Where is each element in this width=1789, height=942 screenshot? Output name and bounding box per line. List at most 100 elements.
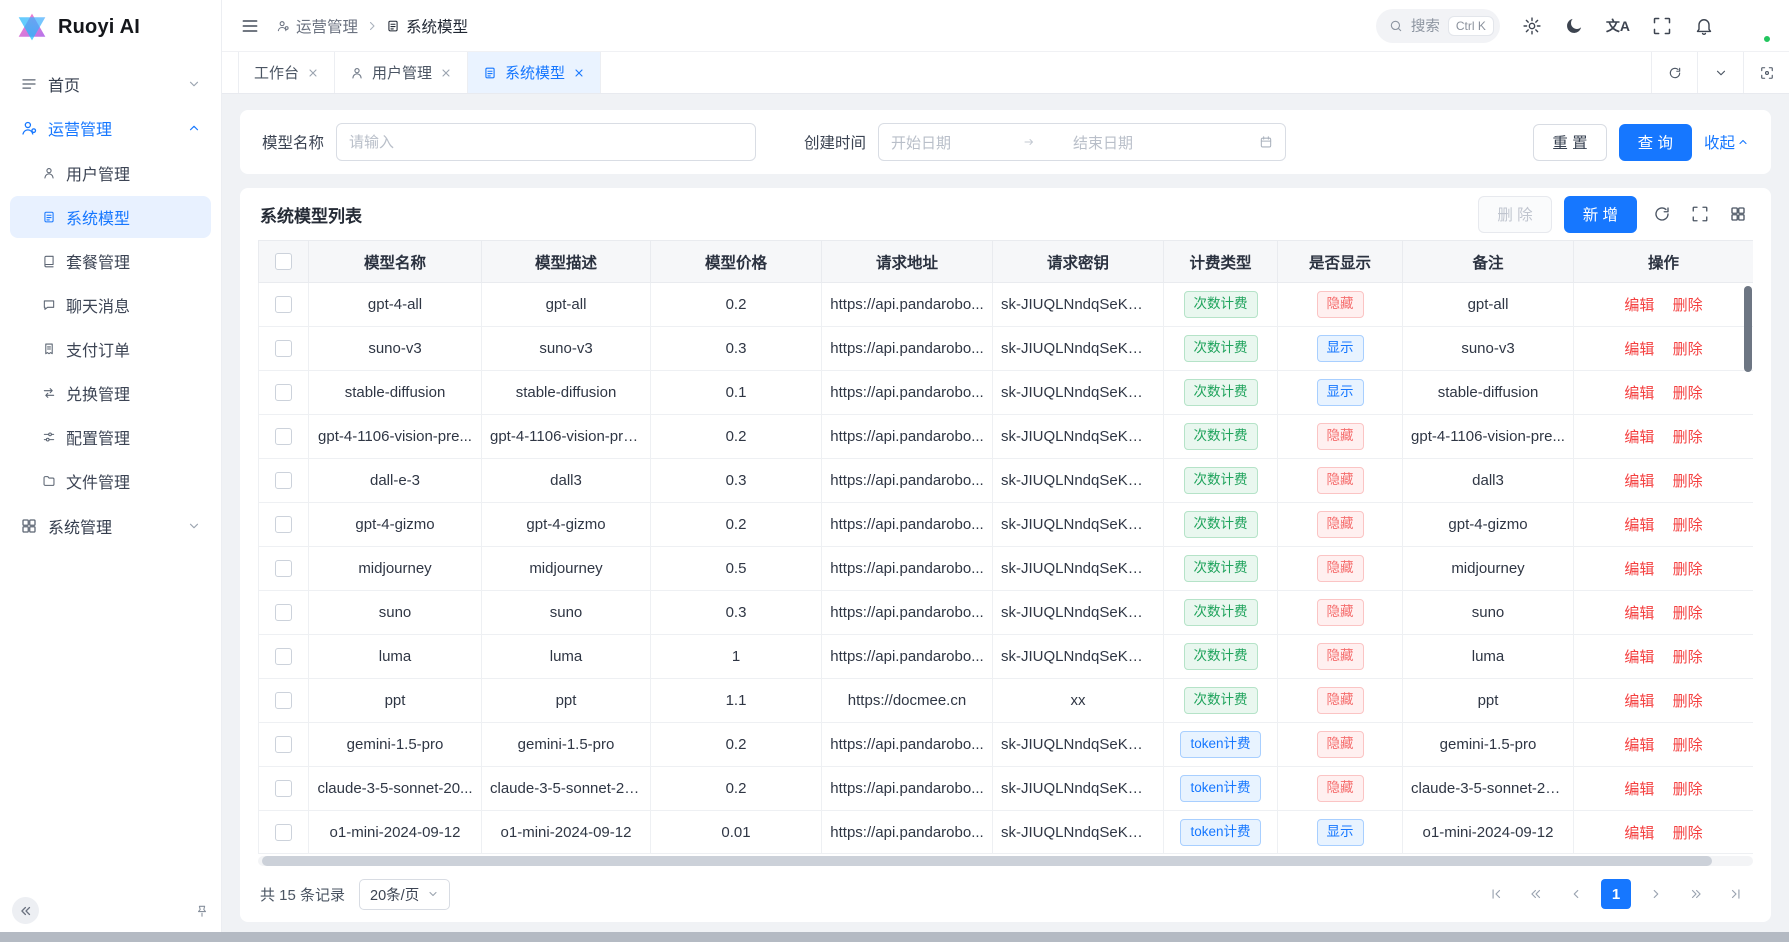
tab-user-management[interactable]: 用户管理	[335, 52, 468, 93]
cell-operations: 编辑 删除	[1574, 591, 1754, 635]
row-checkbox[interactable]	[275, 560, 292, 577]
content-fullscreen-icon[interactable]	[1743, 52, 1789, 93]
sidebar-item-file-management[interactable]: 文件管理	[10, 460, 211, 502]
settings-gear-icon[interactable]	[1522, 16, 1542, 36]
row-checkbox[interactable]	[275, 296, 292, 313]
delete-link[interactable]: 删除	[1673, 649, 1703, 666]
tab-tools	[1651, 52, 1789, 93]
sidebar-item-user-management[interactable]: 用户管理	[10, 152, 211, 194]
edit-link[interactable]: 编辑	[1624, 341, 1654, 358]
prev-10-pages-button[interactable]	[1521, 879, 1551, 909]
fullscreen-icon[interactable]	[1652, 16, 1672, 36]
delete-link[interactable]: 删除	[1673, 737, 1703, 754]
edit-link[interactable]: 编辑	[1624, 693, 1654, 710]
refresh-icon[interactable]	[1649, 201, 1675, 227]
breadcrumb-item-operations[interactable]: 运营管理	[276, 15, 358, 37]
reset-button[interactable]: 重 置	[1533, 124, 1606, 161]
row-checkbox[interactable]	[275, 428, 292, 445]
global-search[interactable]: 搜索 Ctrl K	[1376, 9, 1500, 43]
tab-list-chevron-icon[interactable]	[1697, 52, 1743, 93]
dark-mode-moon-icon[interactable]	[1564, 16, 1584, 36]
collapse-filter-link[interactable]: 收起	[1704, 131, 1749, 153]
table-fullscreen-icon[interactable]	[1687, 201, 1713, 227]
billing-type-badge: 次数计费	[1184, 291, 1258, 318]
edit-link[interactable]: 编辑	[1624, 649, 1654, 666]
select-all-checkbox[interactable]	[275, 253, 292, 270]
edit-link[interactable]: 编辑	[1624, 385, 1654, 402]
close-icon[interactable]	[440, 67, 452, 79]
delete-link[interactable]: 删除	[1673, 561, 1703, 578]
row-checkbox[interactable]	[275, 736, 292, 753]
delete-link[interactable]: 删除	[1673, 693, 1703, 710]
tab-refresh-icon[interactable]	[1651, 52, 1697, 93]
sidebar-item-system-management[interactable]: 系统管理	[10, 504, 211, 548]
row-checkbox[interactable]	[275, 824, 292, 841]
edit-link[interactable]: 编辑	[1624, 517, 1654, 534]
sidebar-item-operations[interactable]: 运营管理	[10, 106, 211, 150]
logo-row[interactable]: Ruoyi AI	[0, 0, 221, 54]
tab-workbench[interactable]: 工作台	[239, 52, 335, 93]
breadcrumb-item-system-model[interactable]: 系统模型	[386, 15, 468, 37]
hamburger-menu-icon[interactable]	[240, 16, 260, 36]
page-size-select[interactable]: 20条/页	[359, 879, 450, 910]
sidebar-item-config-management[interactable]: 配置管理	[10, 416, 211, 458]
close-icon[interactable]	[573, 67, 585, 79]
create-time-range-picker[interactable]: 开始日期 结束日期	[878, 123, 1286, 161]
tab-system-model[interactable]: 系统模型	[468, 52, 601, 93]
operations-icon	[20, 119, 38, 137]
column-settings-icon[interactable]	[1725, 201, 1751, 227]
delete-link[interactable]: 删除	[1673, 605, 1703, 622]
edit-link[interactable]: 编辑	[1624, 297, 1654, 314]
sidebar-item-package-management[interactable]: 套餐管理	[10, 240, 211, 282]
pin-icon[interactable]	[195, 904, 209, 918]
row-checkbox[interactable]	[275, 692, 292, 709]
sidebar-item-redeem-management[interactable]: 兑换管理	[10, 372, 211, 414]
delete-link[interactable]: 删除	[1673, 429, 1703, 446]
page-number-button[interactable]: 1	[1601, 879, 1631, 909]
user-avatar[interactable]	[1736, 8, 1771, 43]
query-button[interactable]: 查 询	[1619, 124, 1692, 161]
edit-link[interactable]: 编辑	[1624, 825, 1654, 842]
edit-link[interactable]: 编辑	[1624, 605, 1654, 622]
billing-type-badge: 次数计费	[1184, 599, 1258, 626]
delete-link[interactable]: 删除	[1673, 781, 1703, 798]
delete-link[interactable]: 删除	[1673, 385, 1703, 402]
next-page-button[interactable]	[1641, 879, 1671, 909]
delete-link[interactable]: 删除	[1673, 341, 1703, 358]
notification-bell-icon[interactable]	[1694, 16, 1714, 36]
close-icon[interactable]	[307, 67, 319, 79]
row-checkbox[interactable]	[275, 604, 292, 621]
edit-link[interactable]: 编辑	[1624, 429, 1654, 446]
row-checkbox[interactable]	[275, 472, 292, 489]
next-10-pages-button[interactable]	[1681, 879, 1711, 909]
delete-link[interactable]: 删除	[1673, 297, 1703, 314]
batch-delete-button[interactable]: 删 除	[1478, 196, 1551, 233]
row-checkbox[interactable]	[275, 516, 292, 533]
prev-page-button[interactable]	[1561, 879, 1591, 909]
edit-link[interactable]: 编辑	[1624, 737, 1654, 754]
edit-link[interactable]: 编辑	[1624, 781, 1654, 798]
sidebar-item-system-model[interactable]: 系统模型	[10, 196, 211, 238]
sidebar-item-payment-orders[interactable]: 支付订单	[10, 328, 211, 370]
row-checkbox[interactable]	[275, 780, 292, 797]
row-checkbox[interactable]	[275, 384, 292, 401]
delete-link[interactable]: 删除	[1673, 517, 1703, 534]
sidebar-item-home[interactable]: 首页	[10, 62, 211, 106]
row-checkbox[interactable]	[275, 648, 292, 665]
model-name-input[interactable]	[336, 123, 756, 161]
sidebar-item-chat-messages[interactable]: 聊天消息	[10, 284, 211, 326]
sidebar-collapse-button[interactable]	[12, 897, 39, 924]
horizontal-scrollbar	[258, 856, 1753, 866]
row-checkbox[interactable]	[275, 340, 292, 357]
first-page-button[interactable]	[1481, 879, 1511, 909]
delete-link[interactable]: 删除	[1673, 473, 1703, 490]
translate-icon[interactable]: 文A	[1606, 16, 1630, 36]
last-page-button[interactable]	[1721, 879, 1751, 909]
vertical-scrollbar-thumb[interactable]	[1744, 286, 1752, 372]
horizontal-scrollbar-thumb[interactable]	[262, 856, 1712, 866]
edit-link[interactable]: 编辑	[1624, 473, 1654, 490]
table-row: midjourney midjourney 0.5 https://api.pa…	[259, 547, 1754, 591]
add-button[interactable]: 新 增	[1564, 196, 1637, 233]
delete-link[interactable]: 删除	[1673, 825, 1703, 842]
edit-link[interactable]: 编辑	[1624, 561, 1654, 578]
